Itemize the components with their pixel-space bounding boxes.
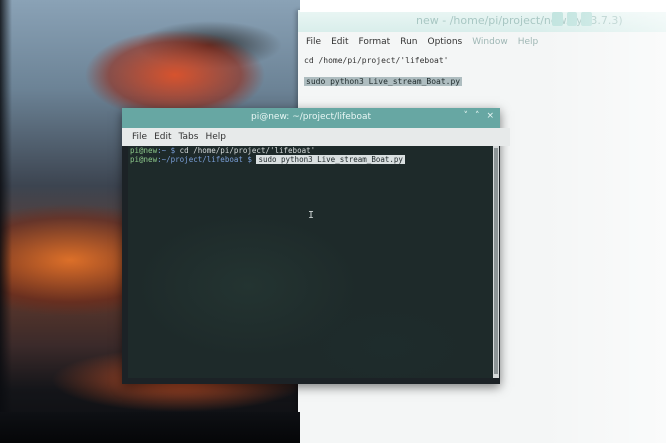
minimize-icon[interactable]: ˅: [463, 111, 468, 121]
terminal-menu-help[interactable]: Help: [205, 132, 226, 142]
editor-menu-file[interactable]: File: [306, 37, 321, 47]
terminal-line: pi@new:~ $ cd /home/pi/project/'lifeboat…: [130, 146, 315, 155]
command-text-selected: sudo python3 Live_stream_Boat.py: [256, 155, 405, 164]
terminal-line: pi@new:~/project/lifeboat $ sudo python3…: [130, 155, 405, 164]
prompt-path: :~/project/lifeboat $: [157, 155, 252, 164]
close-icon[interactable]: ×: [486, 111, 494, 121]
text-cursor-icon: I: [308, 210, 315, 221]
monitor-bezel-left: [0, 0, 12, 443]
prompt-path: :~ $: [157, 146, 176, 155]
editor-menu-format[interactable]: Format: [359, 37, 391, 47]
photo-of-screen: new - /home/pi/project/new.py (3.7.3) Fi…: [0, 0, 666, 443]
editor-menu-options[interactable]: Options: [427, 37, 462, 47]
prompt-user: pi@new: [130, 146, 158, 155]
editor-code-line-selected: sudo python3 Live_stream_Boat.py: [304, 77, 463, 86]
maximize-icon[interactable]: ˄: [475, 111, 480, 121]
terminal-title: pi@new: ~/project/lifeboat: [250, 112, 372, 122]
editor-menu-help[interactable]: Help: [518, 37, 539, 47]
editor-menu-run[interactable]: Run: [400, 37, 417, 47]
prompt-user: pi@new: [130, 155, 158, 164]
terminal-menubar: File Edit Tabs Help: [122, 128, 510, 146]
terminal-menu-tabs[interactable]: Tabs: [179, 132, 199, 142]
scrollbar-thumb[interactable]: [494, 148, 498, 374]
terminal-window[interactable]: pi@new: ~/project/lifeboat ˅ ˄ × File Ed…: [122, 108, 510, 384]
terminal-scrollbar[interactable]: [493, 146, 499, 378]
terminal-menu-edit[interactable]: Edit: [154, 132, 171, 142]
terminal-output[interactable]: pi@new:~ $ cd /home/pi/project/'lifeboat…: [128, 146, 494, 378]
terminal-menu-file[interactable]: File: [132, 132, 147, 142]
terminal-titlebar[interactable]: pi@new: ~/project/lifeboat ˅ ˄ ×: [122, 108, 500, 128]
terminal-window-controls: ˅ ˄ ×: [463, 111, 494, 121]
editor-menu-window[interactable]: Window: [472, 37, 508, 47]
editor-menu-edit[interactable]: Edit: [331, 37, 348, 47]
monitor-bezel-bottom: [0, 412, 300, 443]
screen-glare-right: [540, 0, 666, 443]
command-text: cd /home/pi/project/'lifeboat': [175, 146, 316, 155]
